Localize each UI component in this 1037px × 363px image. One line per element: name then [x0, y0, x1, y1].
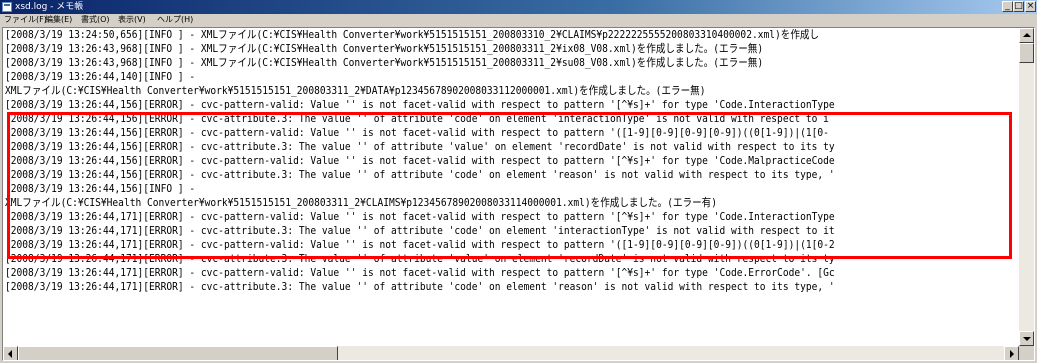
log-line: [2008/3/19 13:26:44,156][ERROR] - cvc-at…	[5, 140, 835, 153]
scroll-up-button[interactable]	[1019, 28, 1034, 43]
log-line: [2008/3/19 13:26:44,171][ERROR] - cvc-at…	[5, 224, 835, 237]
minimize-button[interactable]: _	[1002, 1, 1013, 12]
vertical-scrollbar[interactable]	[1019, 28, 1034, 346]
menu-bar: ファイル(F) 編集(E) 書式(O) 表示(V) ヘルプ(H)	[0, 14, 1037, 26]
log-line: [2008/3/19 13:26:44,156][ERROR] - cvc-pa…	[5, 126, 829, 139]
arrow-up-icon	[1023, 33, 1031, 37]
scroll-left-button[interactable]	[3, 346, 18, 360]
log-line: [2008/3/19 13:24:50,656][INFO ] - XMLファイ…	[5, 29, 820, 41]
log-line: [2008/3/19 13:26:43,968][INFO ] - XMLファイ…	[5, 42, 764, 55]
log-line: XMLファイル(C:¥CIS¥Health Converter¥work¥515…	[5, 84, 706, 97]
log-text[interactable]: [2008/3/19 13:24:50,656][INFO ] - XMLファイ…	[5, 29, 1019, 349]
log-line: [2008/3/19 13:26:44,171][ERROR] - cvc-pa…	[5, 210, 835, 223]
log-line: [2008/3/19 13:26:44,156][ERROR] - cvc-pa…	[5, 154, 835, 167]
log-line: [2008/3/19 13:26:44,156][ERROR] - cvc-pa…	[5, 98, 835, 111]
notepad-icon[interactable]	[2, 2, 12, 12]
vertical-scroll-thumb[interactable]	[1019, 43, 1034, 63]
size-grip[interactable]	[1019, 346, 1034, 360]
arrow-left-icon	[8, 350, 12, 358]
log-line: [2008/3/19 13:26:44,140][INFO ] -	[5, 70, 196, 83]
log-line: [2008/3/19 13:26:44,171][ERROR] - cvc-at…	[5, 252, 835, 265]
menu-edit[interactable]: 編集(E)	[45, 14, 72, 26]
log-line: [2008/3/19 13:26:44,171][ERROR] - cvc-at…	[5, 280, 835, 293]
menu-help[interactable]: ヘルプ(H)	[157, 14, 193, 26]
menu-format[interactable]: 書式(O)	[81, 14, 110, 26]
horizontal-scroll-thumb[interactable]	[18, 346, 338, 360]
log-line: [2008/3/19 13:26:44,171][ERROR] - cvc-pa…	[5, 266, 835, 279]
window-title: xsd.log - メモ帳	[15, 2, 84, 12]
log-line: [2008/3/19 13:26:44,156][ERROR] - cvc-at…	[5, 168, 835, 181]
maximize-button[interactable]: □	[1013, 1, 1024, 12]
menu-file[interactable]: ファイル(F)	[4, 14, 47, 26]
scroll-down-button[interactable]	[1019, 331, 1034, 346]
title-bar[interactable]: xsd.log - メモ帳 _ □ ×	[0, 0, 1037, 14]
log-line: [2008/3/19 13:26:44,156][INFO ] -	[5, 182, 196, 195]
editor-area[interactable]: [2008/3/19 13:24:50,656][INFO ] - XMLファイ…	[2, 27, 1035, 361]
menu-view[interactable]: 表示(V)	[118, 14, 146, 26]
arrow-right-icon	[1010, 350, 1014, 358]
log-line: XMLファイル(C:¥CIS¥Health Converter¥work¥515…	[5, 196, 717, 209]
arrow-down-icon	[1023, 337, 1031, 341]
log-line: [2008/3/19 13:26:44,171][ERROR] - cvc-pa…	[5, 238, 835, 251]
notepad-window: xsd.log - メモ帳 _ □ × ファイル(F) 編集(E) 書式(O) …	[0, 0, 1037, 363]
log-line: [2008/3/19 13:26:44,156][ERROR] - cvc-at…	[5, 112, 829, 125]
close-button[interactable]: ×	[1025, 1, 1036, 12]
scroll-right-button[interactable]	[1004, 346, 1019, 360]
horizontal-scrollbar[interactable]	[3, 346, 1019, 360]
log-line: [2008/3/19 13:26:43,968][INFO ] - XMLファイ…	[5, 56, 764, 69]
